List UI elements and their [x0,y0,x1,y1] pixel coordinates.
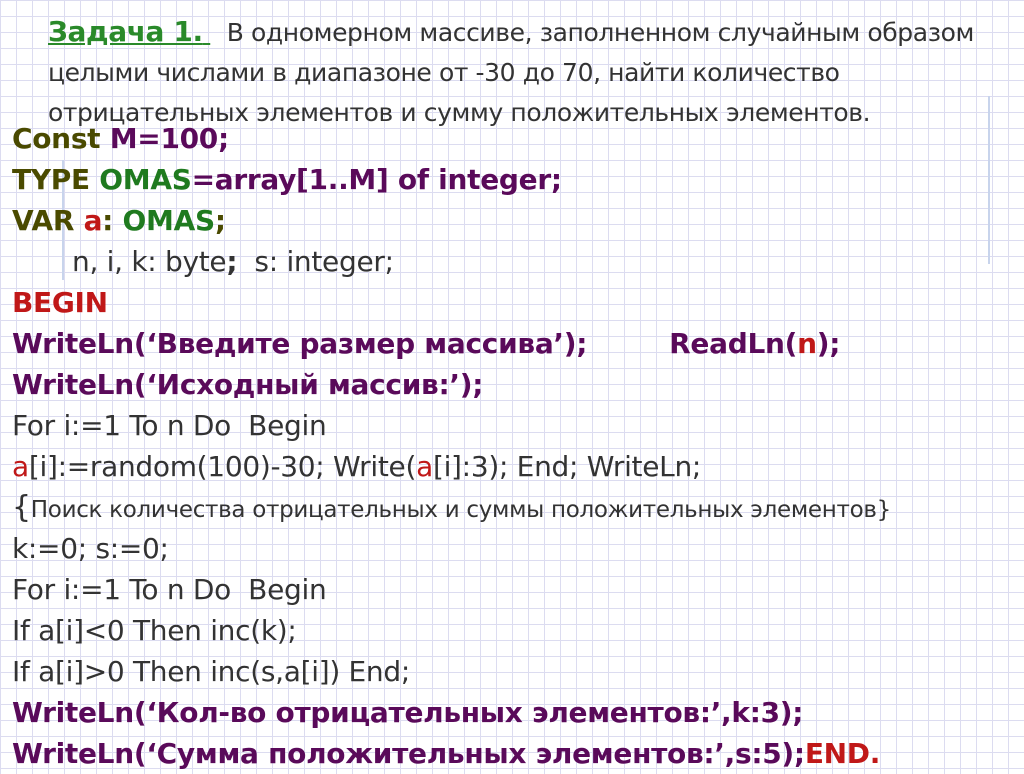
var-semicolon: ; [214,204,226,237]
code-line-comment: {Поиск количества отрицательных и суммы … [12,487,1012,528]
writeln-sum: WriteLn(‘Сумма положительных элементов:’… [12,737,805,770]
writeln-count: WriteLn(‘Кол-во отрицательных элементов:… [12,696,804,729]
type-decl: =array[1..M] of integer; [191,163,562,196]
readln-var-n: n [797,327,817,360]
array-a-2: a [416,450,433,483]
writeln-size: WriteLn(‘Введите размер массива’); [12,327,588,360]
code-line-writeln-size: WriteLn(‘Введите размер массива’); ReadLn… [12,323,1012,364]
comment-open-brace: { [12,490,31,525]
kw-var: VAR [12,204,84,237]
code-line-for-1: For i:=1 To n Do Begin [12,405,1012,446]
var-byte-list: n, i, k: byte [72,245,227,278]
comment-close-brace: } [876,497,892,523]
var-byte-semicolon: ; [226,245,238,278]
writeln-source: WriteLn(‘Исходный массив:’); [12,368,484,401]
kw-const: Const [12,122,110,155]
random-assign: [i]:=random(100)-30; Write( [28,450,417,483]
slide: Задача 1. В одномерном массиве, заполнен… [0,0,1024,770]
for-loop-2: For i:=1 To n Do Begin [12,573,327,606]
write-end: [i]:3); End; WriteLn; [432,450,702,483]
const-decl: M=100; [109,122,229,155]
readln-open: ReadLn( [669,327,798,360]
code-line-const: Const M=100; [12,118,1012,159]
code-line-for-2: For i:=1 To n Do Begin [12,569,1012,610]
task-statement: Задача 1. В одномерном массиве, заполнен… [48,12,1008,133]
code-line-if-negative: If a[i]<0 Then inc(k); [12,610,1012,651]
comment-text: Поиск количества отрицательных и суммы п… [30,497,877,523]
var-type: OMAS [122,204,216,237]
kw-type: TYPE [12,163,100,196]
for-loop-1: For i:=1 To n Do Begin [12,409,327,442]
kw-begin: BEGIN [12,286,108,319]
code-line-var: VAR a: OMAS; [12,200,1012,241]
code-line-var-list: n, i, k: byte; s: integer; [12,241,1012,282]
init-vars: k:=0; s:=0; [12,532,169,565]
readln-close: ); [816,327,841,360]
task-title: Задача 1. [48,15,203,48]
code-line-begin: BEGIN [12,282,1012,323]
title-underline-gap [203,13,227,53]
code-line-type: TYPE OMAS=array[1..M] of integer; [12,159,1012,200]
code-line-writeln-source: WriteLn(‘Исходный массив:’); [12,364,1012,405]
kw-end: END. [804,737,881,770]
var-colon: : [102,204,123,237]
if-positive: If a[i]>0 Then inc(s,a[i]) End; [12,655,410,688]
type-name: OMAS [99,163,192,196]
code-line-if-positive: If a[i]>0 Then inc(s,a[i]) End; [12,651,1012,692]
code-listing: Const M=100; TYPE OMAS=array[1..M] of in… [12,118,1012,774]
code-line-writeln-count: WriteLn(‘Кол-во отрицательных элементов:… [12,692,1012,733]
array-a-1: a [12,450,29,483]
code-line-random: a[i]:=random(100)-30; Write(a[i]:3); End… [12,446,1012,487]
code-line-init: k:=0; s:=0; [12,528,1012,569]
var-integer: s: integer; [237,245,394,278]
if-negative: If a[i]<0 Then inc(k); [12,614,297,647]
var-a: a [83,204,103,237]
